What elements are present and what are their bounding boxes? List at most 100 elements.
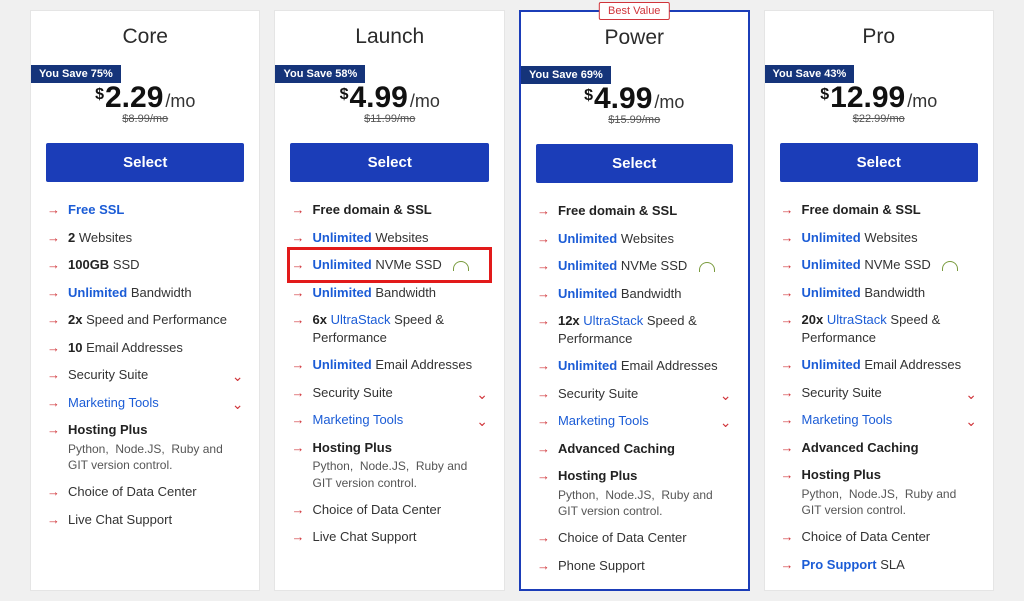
- feature-item: → Choice of Data Center: [291, 496, 487, 524]
- feature-text: Live Chat Support: [68, 511, 243, 529]
- arrow-icon: →: [291, 201, 304, 219]
- feature-item: →Hosting PlusPython, Node.JS, Ruby and G…: [781, 461, 977, 523]
- feature-item: →Marketing Tools⌄: [47, 389, 243, 417]
- arrow-icon: →: [47, 229, 60, 247]
- price: $4.99/mo: [584, 82, 684, 116]
- arrow-icon: →: [781, 528, 794, 546]
- best-value-badge: Best Value: [599, 2, 669, 20]
- feature-item: →Unlimited Email Addresses: [781, 351, 977, 379]
- select-button[interactable]: Select: [46, 143, 244, 182]
- feature-item: → Free domain & SSL: [291, 196, 487, 224]
- feature-item: →Advanced Caching: [781, 434, 977, 462]
- feature-item: → Live Chat Support: [47, 506, 243, 534]
- arrow-icon: →: [781, 356, 794, 374]
- arrow-icon: →: [47, 256, 60, 274]
- feature-item: →2x Speed and Performance: [47, 306, 243, 334]
- arrow-icon: →: [291, 411, 304, 429]
- arrow-icon: →: [47, 366, 60, 384]
- plan-card-power: Best ValuePowerYou Save 69%$4.99/mo$15.9…: [519, 10, 750, 591]
- arrow-icon: →: [47, 421, 60, 439]
- feature-item: → 10 Email Addresses: [47, 334, 243, 362]
- feature-item: →Choice of Data Center: [537, 524, 732, 552]
- feature-item: →Free SSL: [47, 196, 243, 224]
- arrow-icon: →: [781, 201, 794, 219]
- arrow-icon: →: [47, 284, 60, 302]
- plan-title: Pro: [765, 11, 993, 57]
- feature-text: 2 Websites: [68, 229, 243, 247]
- arrow-icon: →: [537, 467, 550, 485]
- feature-item: →Free domain & SSL: [781, 196, 977, 224]
- arrow-icon: →: [291, 229, 304, 247]
- arrow-icon: →: [291, 439, 304, 457]
- feature-item: →Live Chat Support: [291, 523, 487, 551]
- currency-symbol: $: [340, 86, 349, 104]
- feature-list: →Free domain & SSL→Unlimited Websites→Un…: [521, 197, 748, 579]
- per-month: /mo: [654, 92, 684, 113]
- feature-item: →Unlimited Email Addresses: [537, 352, 732, 380]
- feature-item: →Hosting PlusPython, Node.JS, Ruby and G…: [291, 434, 487, 496]
- arrow-icon: →: [537, 385, 550, 403]
- arrow-icon: →: [781, 384, 794, 402]
- feature-text: Unlimited Email Addresses: [558, 357, 732, 375]
- price-amount: 4.99: [594, 82, 652, 116]
- arrow-icon: →: [781, 411, 794, 429]
- chevron-down-icon[interactable]: ⌄: [720, 413, 732, 432]
- arrow-icon: →: [781, 256, 794, 274]
- chevron-down-icon[interactable]: ⌄: [232, 395, 244, 414]
- arrow-icon: →: [47, 339, 60, 357]
- chevron-down-icon[interactable]: ⌄: [720, 386, 732, 405]
- feature-text: Marketing Tools: [558, 412, 732, 430]
- currency-symbol: $: [820, 86, 829, 104]
- feature-text: Unlimited NVMe SSD: [558, 257, 732, 275]
- chevron-down-icon[interactable]: ⌄: [476, 385, 488, 404]
- price-amount: 12.99: [830, 81, 905, 115]
- feature-item: →Choice of Data Center: [781, 523, 977, 551]
- feature-text: Free SSL: [68, 201, 243, 219]
- feature-item: → Marketing Tools⌄: [781, 406, 977, 434]
- arrow-icon: →: [537, 202, 550, 220]
- feature-text: Marketing Tools: [68, 394, 243, 412]
- plan-title: Launch: [275, 11, 503, 57]
- plan-card-launch: LaunchYou Save 58%$4.99/mo$11.99/moSelec…: [274, 10, 504, 591]
- feature-text: Marketing Tools: [312, 411, 487, 429]
- save-badge: You Save 75%: [31, 65, 121, 83]
- feature-text: Advanced Caching: [558, 440, 732, 458]
- feature-item: →Unlimited Bandwidth: [781, 279, 977, 307]
- feature-item: → Security Suite⌄: [537, 380, 732, 408]
- save-badge: You Save 43%: [765, 65, 855, 83]
- feature-text: Phone Support: [558, 557, 732, 575]
- feature-item: →Free domain & SSL: [537, 197, 732, 225]
- arrow-icon: →: [291, 501, 304, 519]
- select-button[interactable]: Select: [536, 144, 733, 183]
- chevron-down-icon[interactable]: ⌄: [965, 385, 977, 404]
- feature-item: →Unlimited Bandwidth: [291, 279, 487, 307]
- feature-text: Free domain & SSL: [312, 201, 487, 219]
- per-month: /mo: [410, 91, 440, 112]
- old-price: $22.99/mo: [765, 113, 993, 125]
- feature-text: Hosting PlusPython, Node.JS, Ruby and GI…: [68, 421, 243, 473]
- arrow-icon: →: [781, 439, 794, 457]
- chevron-down-icon[interactable]: ⌄: [965, 412, 977, 431]
- old-price: $8.99/mo: [31, 113, 259, 125]
- feature-text: 12x UltraStack Speed & Performance: [558, 312, 732, 347]
- arrow-icon: →: [47, 483, 60, 501]
- feature-list: →Free SSL→2 Websites→100GB SSD→Unlimited…: [31, 196, 259, 533]
- arrow-icon: →: [291, 284, 304, 302]
- feature-text: Security Suite: [68, 366, 243, 384]
- feature-list: →Free domain & SSL→Unlimited Websites→Un…: [765, 196, 993, 578]
- feature-text: Security Suite: [558, 385, 732, 403]
- price: $2.29/mo: [95, 81, 195, 115]
- select-button[interactable]: Select: [290, 143, 488, 182]
- feature-text: Choice of Data Center: [312, 501, 487, 519]
- chevron-down-icon[interactable]: ⌄: [232, 367, 244, 386]
- select-button[interactable]: Select: [780, 143, 978, 182]
- feature-item: → Security Suite⌄: [47, 361, 243, 389]
- arrow-icon: →: [537, 412, 550, 430]
- feature-item: → Marketing Tools⌄: [291, 406, 487, 434]
- feature-item: →Pro Support SLA: [781, 551, 977, 579]
- feature-text: Marketing Tools: [802, 411, 977, 429]
- feature-text: 10 Email Addresses: [68, 339, 243, 357]
- feature-text: 20x UltraStack Speed & Performance: [802, 311, 977, 346]
- chevron-down-icon[interactable]: ⌄: [476, 412, 488, 431]
- arrow-icon: →: [47, 511, 60, 529]
